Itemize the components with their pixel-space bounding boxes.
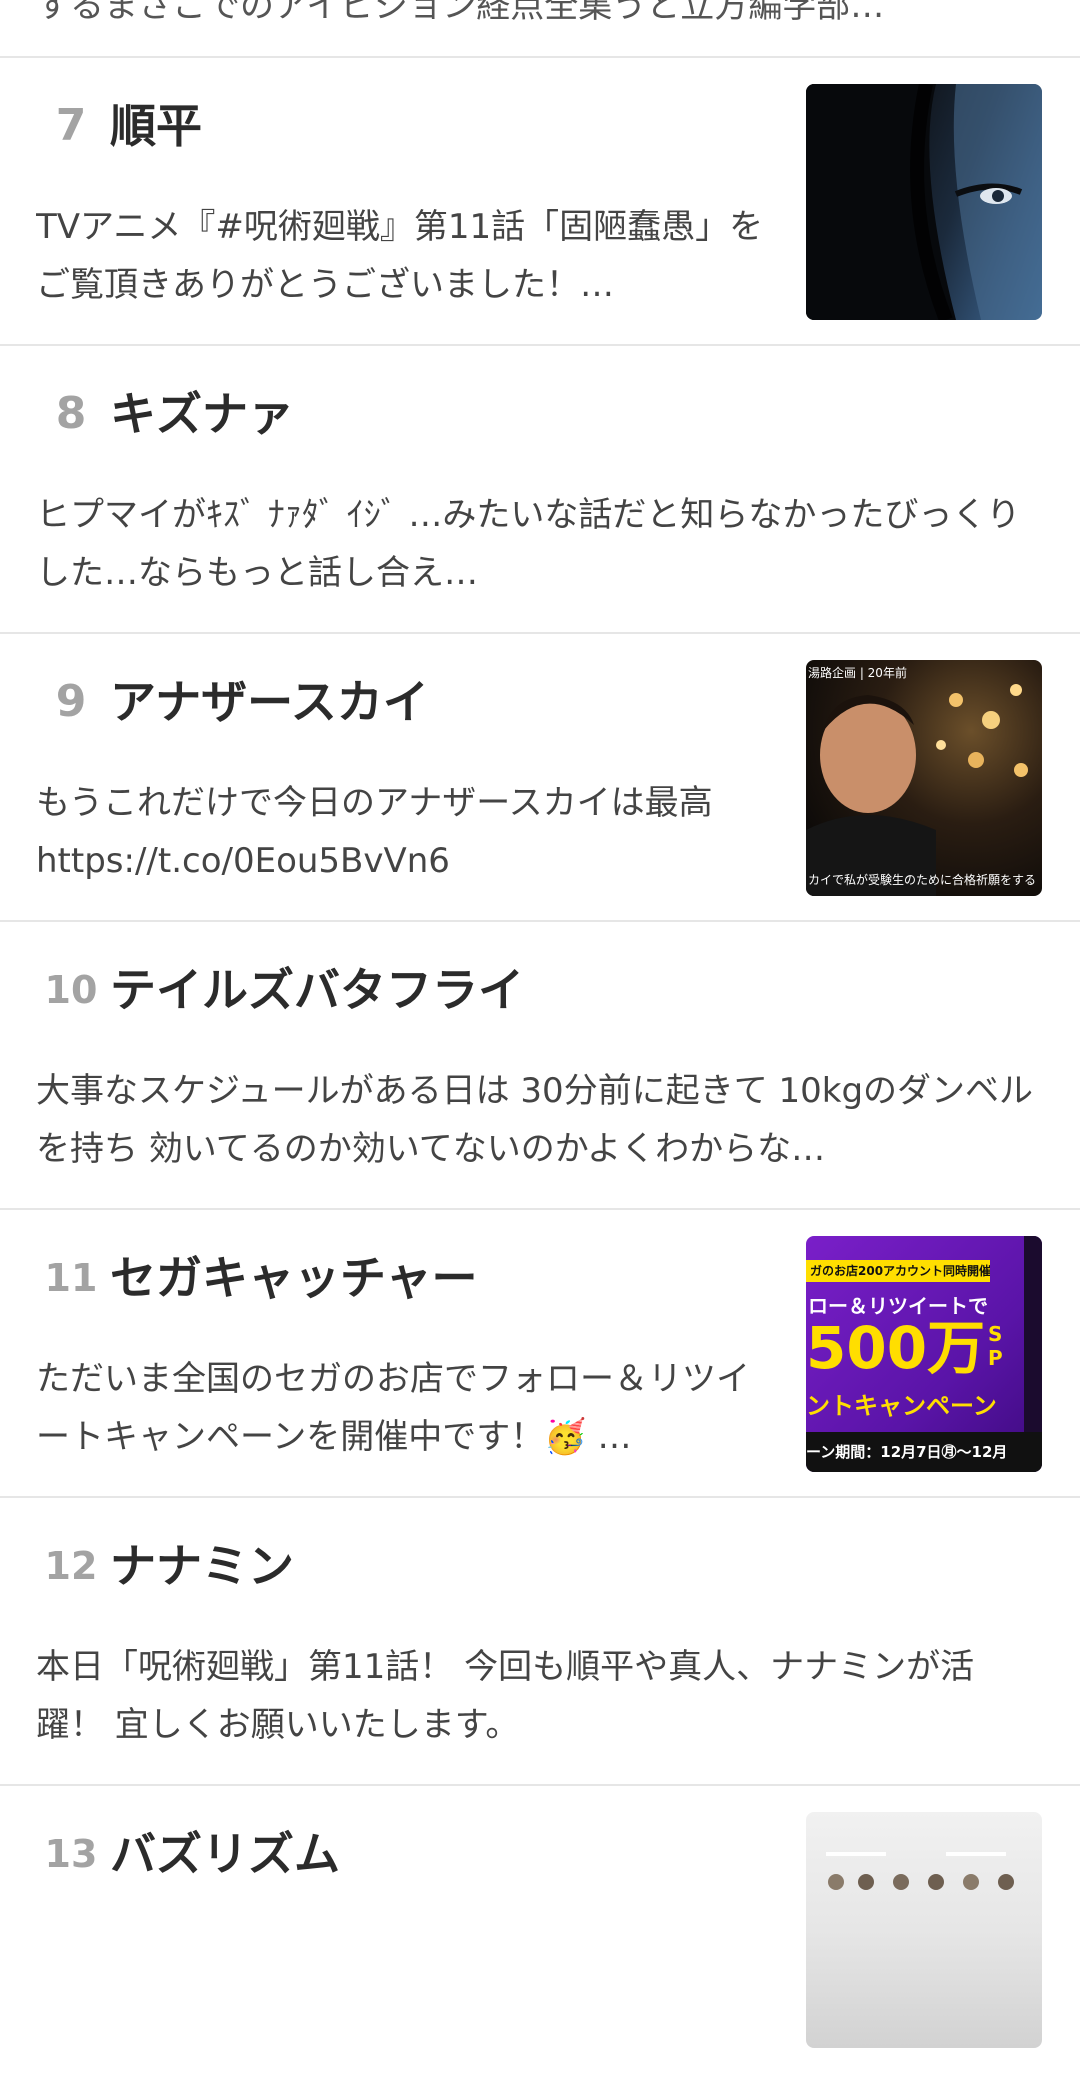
trend-item-9[interactable]: 9 アナザースカイ もうこれだけで今日のアナザースカイは最高 https://t… [0, 634, 1080, 922]
rank-number: 12 [44, 1544, 98, 1588]
thumbnail-bottom-caption: カイで私が受験生のために合格祈願をする [808, 873, 1037, 887]
trend-item-7[interactable]: 7 順平 TVアニメ『#呪術廻戦』第11話「固陋蠢愚」をご覧頂きありがとうござい… [0, 58, 1080, 346]
campaign-banner[interactable]: ガのお店200アカウント同時開催！ ロー＆リツイートで 500万 SP ントキャ… [806, 1236, 1042, 1472]
banner-amount: 500万 [806, 1314, 986, 1382]
studio-image [826, 1852, 1014, 1890]
trend-title: アナザースカイ [110, 675, 429, 729]
rank-number: 11 [44, 1256, 98, 1300]
previous-item-snippet[interactable]: するまさこでのアイビジョン経点全集うと立方編学部… [0, 0, 1080, 58]
trend-item-11[interactable]: 11 セガキャッチャー ただいま全国のセガのお店でフォロー＆リツイートキャンペー… [0, 1210, 1080, 1498]
trend-title: バズリズム [110, 1827, 340, 1881]
trend-description: 大事なスケジュールがある日は 30分前に起きて 10kgのダンベルを持ち 効いて… [36, 1071, 1034, 1169]
banner-side-strip [1024, 1236, 1042, 1432]
banner-period: ーン期間：12月7日㊊〜12月 [806, 1432, 1042, 1472]
trend-description: もうこれだけで今日のアナザースカイは最高 https://t.co/0Eou5B… [36, 783, 713, 881]
rank-number: 13 [44, 1832, 98, 1876]
previous-item-text: するまさこでのアイビジョン経点全集うと立方編学部… [36, 0, 885, 26]
trend-title: ナナミン [110, 1539, 294, 1593]
person-image [806, 684, 1028, 896]
anime-thumbnail[interactable] [806, 84, 1042, 320]
banner-header: ガのお店200アカウント同時開催！ [806, 1260, 990, 1282]
trend-description: 本日「呪術廻戦」第11話！ 今回も順平や真人、ナナミンが活躍！ 宜しくお願いいた… [36, 1647, 975, 1745]
banner-campaign-text: ントキャンペーン [806, 1392, 997, 1420]
thumbnail-top-caption: 湯路企画 | 20年前 [808, 666, 907, 680]
trend-title: テイルズバタフライ [110, 963, 524, 1017]
trend-title: キズナァ [110, 387, 294, 441]
trend-description: ただいま全国のセガのお店でフォロー＆リツイートキャンペーンを開催中です！🥳 … [36, 1359, 750, 1457]
trend-description: ヒプマイがｷｽﾞ ﾅｧﾀﾞ ｲｼﾞ …みたいな話だと知らなかったびっくりした…な… [36, 495, 1021, 593]
trend-title: セガキャッチャー [110, 1251, 478, 1305]
anime-character-image [806, 84, 1042, 320]
trend-item-12[interactable]: 12 ナナミン 本日「呪術廻戦」第11話！ 今回も順平や真人、ナナミンが活躍！ … [0, 1498, 1080, 1786]
rank-number: 10 [44, 968, 98, 1012]
studio-thumbnail[interactable] [806, 1812, 1042, 2048]
trend-list: するまさこでのアイビジョン経点全集うと立方編学部… 7 順平 TVアニメ『#呪術… [0, 0, 1080, 2074]
banner-unit: SP [988, 1322, 1003, 1370]
video-thumbnail[interactable]: 湯路企画 | 20年前 カイで私が受験生のために合格祈願をする [806, 660, 1042, 896]
rank-number: 7 [55, 100, 87, 151]
rank-number: 8 [55, 388, 87, 439]
trend-description: TVアニメ『#呪術廻戦』第11話「固陋蠢愚」をご覧頂きありがとうございました！… [36, 207, 764, 305]
trend-item-8[interactable]: 8 キズナァ ヒプマイがｷｽﾞ ﾅｧﾀﾞ ｲｼﾞ …みたいな話だと知らなかったび… [0, 346, 1080, 634]
rank-number: 9 [55, 676, 87, 727]
trend-item-13[interactable]: 13 バズリズム [0, 1786, 1080, 2074]
trend-title: 順平 [110, 99, 202, 153]
trend-item-10[interactable]: 10 テイルズバタフライ 大事なスケジュールがある日は 30分前に起きて 10k… [0, 922, 1080, 1210]
